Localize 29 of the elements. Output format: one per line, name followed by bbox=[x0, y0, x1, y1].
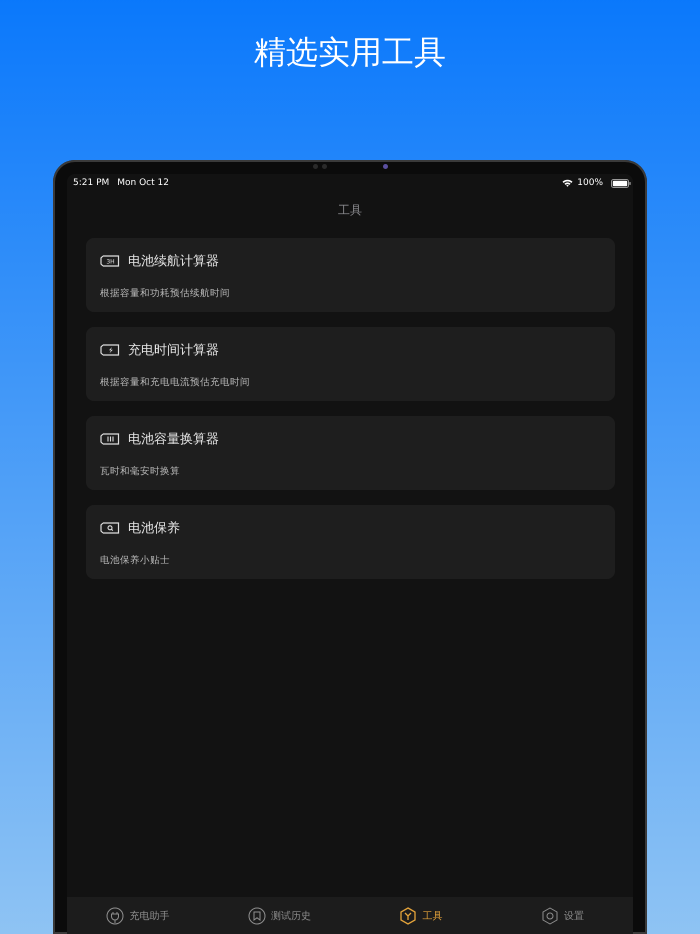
card-title: 电池容量换算器 bbox=[128, 431, 219, 448]
status-date: Mon Oct 12 bbox=[117, 178, 169, 188]
battery-charge-icon bbox=[100, 344, 120, 356]
tab-item[interactable]: 工具 bbox=[350, 906, 492, 924]
battery-search-icon bbox=[100, 522, 120, 534]
tool-card[interactable]: 电池容量换算器 瓦时和毫安时换算 bbox=[86, 416, 615, 490]
tab-item[interactable]: 测试历史 bbox=[208, 906, 350, 924]
card-title: 电池保养 bbox=[128, 520, 180, 537]
card-title: 电池续航计算器 bbox=[128, 253, 219, 270]
plug-icon bbox=[106, 906, 124, 924]
status-time: 5:21 PM bbox=[73, 178, 110, 188]
tab-item[interactable]: 设置 bbox=[492, 906, 633, 924]
tool-card[interactable]: 电池保养 电池保养小贴士 bbox=[86, 505, 615, 579]
card-description: 瓦时和毫安时换算 bbox=[100, 465, 181, 478]
battery-level-icon bbox=[100, 433, 120, 445]
card-description: 根据容量和充电电流预估充电时间 bbox=[100, 376, 251, 389]
bookmark-icon bbox=[248, 906, 266, 924]
wifi-icon bbox=[562, 179, 574, 187]
tab-item[interactable]: 充电助手 bbox=[67, 906, 208, 924]
hexagon-icon bbox=[399, 906, 418, 924]
battery-percent: 100% bbox=[577, 178, 603, 188]
battery-icon bbox=[611, 178, 631, 188]
card-title: 充电时间计算器 bbox=[128, 342, 219, 359]
settings-icon bbox=[540, 906, 559, 924]
nav-title: 工具 bbox=[337, 202, 363, 219]
tool-card[interactable]: 充电时间计算器 根据容量和充电电流预估充电时间 bbox=[86, 327, 615, 401]
card-description: 根据容量和功耗预估续航时间 bbox=[100, 287, 231, 300]
headline: 精选实用工具 bbox=[254, 32, 446, 73]
card-description: 电池保养小贴士 bbox=[100, 554, 171, 567]
